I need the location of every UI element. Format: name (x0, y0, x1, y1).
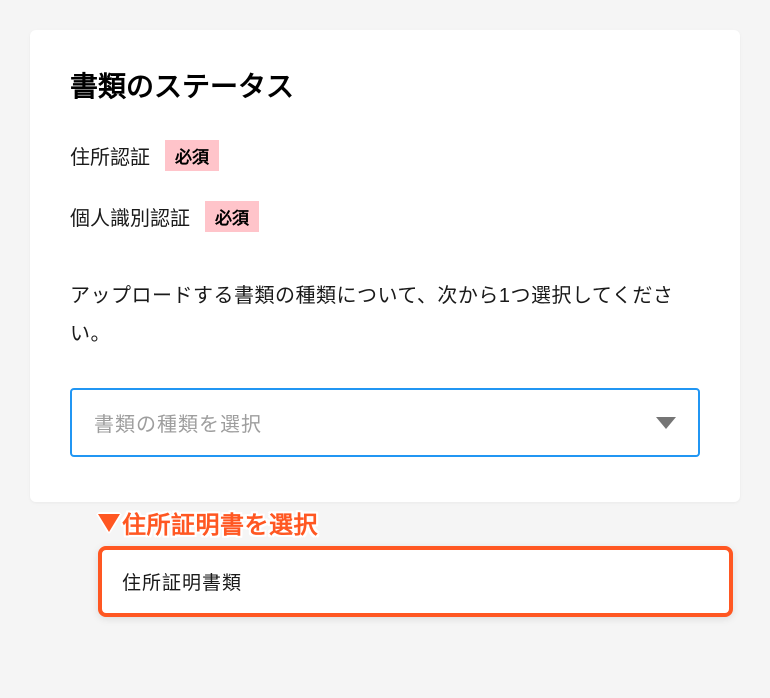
status-label: 住所認証 (70, 141, 150, 170)
annotation-label: 住所証明書を選択 (98, 505, 733, 540)
document-status-card: 書類のステータス 住所認証 必須 個人識別認証 必須 アップロードする書類の種類… (30, 30, 740, 502)
dropdown-option-address-proof[interactable]: 住所証明書類 (98, 546, 733, 617)
select-placeholder: 書類の種類を選択 (94, 408, 262, 437)
dropdown-option-label: 住所証明書類 (122, 573, 242, 594)
upload-instruction: アップロードする書類の種類について、次から1つ選択してください。 (70, 277, 700, 353)
status-label: 個人識別認証 (70, 202, 190, 231)
status-row-identity: 個人識別認証 必須 (70, 201, 700, 232)
annotation-overlay: 住所証明書を選択 住所証明書類 (98, 505, 733, 617)
annotation-text: 住所証明書を選択 (122, 505, 318, 540)
status-row-address: 住所認証 必須 (70, 140, 700, 171)
document-type-select[interactable]: 書類の種類を選択 (70, 388, 700, 457)
card-heading: 書類のステータス (70, 65, 700, 105)
required-badge: 必須 (205, 201, 259, 232)
required-badge: 必須 (165, 140, 219, 171)
chevron-down-icon (656, 417, 676, 429)
triangle-down-icon (98, 514, 120, 532)
